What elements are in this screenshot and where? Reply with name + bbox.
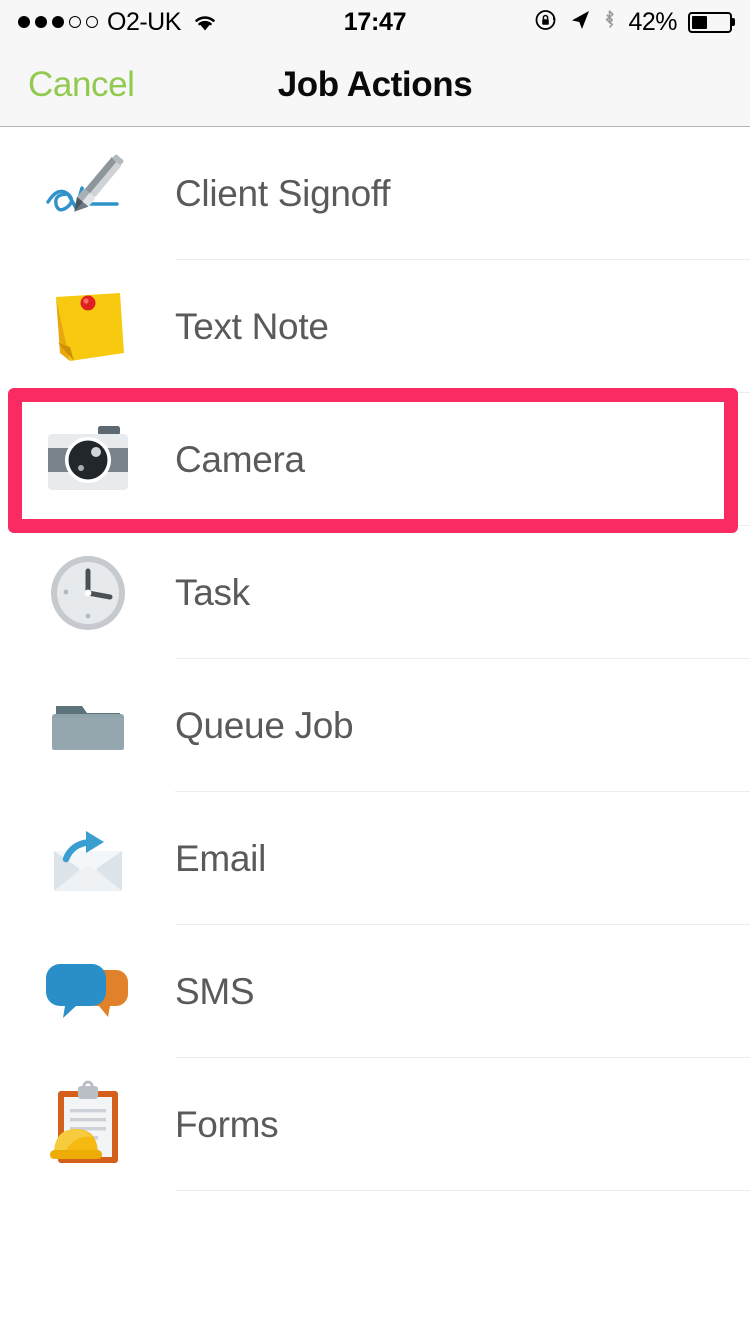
action-label: Client Signoff (175, 172, 391, 214)
icon-cell (0, 146, 175, 242)
envelope-forward-icon (40, 811, 136, 907)
action-label: SMS (175, 970, 255, 1012)
navigation-bar: Cancel Job Actions (0, 44, 750, 127)
folder-icon (40, 678, 136, 774)
battery-percent-label: 42% (628, 7, 677, 36)
status-bar: O2-UK 17:47 42% (0, 0, 750, 44)
action-row-email[interactable]: Email (0, 792, 750, 925)
camera-icon (40, 412, 136, 508)
sticky-note-icon (40, 279, 136, 375)
action-label: Camera (175, 438, 305, 480)
clock-icon (40, 545, 136, 641)
action-row-text-note[interactable]: Text Note (0, 260, 750, 393)
action-label: Queue Job (175, 704, 354, 746)
status-bar-right: 42% (534, 8, 732, 37)
action-row-client-signoff[interactable]: Client Signoff (0, 127, 750, 260)
action-row-queue-job[interactable]: Queue Job (0, 659, 750, 792)
pen-signature-icon (40, 146, 136, 242)
action-label: Forms (175, 1103, 279, 1145)
icon-cell (0, 944, 175, 1040)
action-row-sms[interactable]: SMS (0, 925, 750, 1058)
action-row-camera[interactable]: Camera (0, 393, 750, 526)
action-row-forms[interactable]: Forms (0, 1058, 750, 1191)
icon-cell (0, 412, 175, 508)
wifi-icon (192, 12, 218, 32)
status-bar-clock: 17:47 (343, 7, 407, 36)
cancel-button[interactable]: Cancel (28, 65, 135, 105)
job-actions-list: Client Signoff Text Note Camera Task Que… (0, 127, 750, 1191)
clipboard-hardhat-icon (40, 1077, 136, 1173)
location-arrow-icon (569, 9, 591, 36)
row-separator (175, 1189, 750, 1191)
icon-cell (0, 279, 175, 375)
speech-bubbles-icon (40, 944, 136, 1040)
action-label: Email (175, 837, 267, 879)
icon-cell (0, 545, 175, 641)
rotation-lock-icon (534, 8, 558, 37)
signal-strength-icon (18, 16, 98, 28)
battery-icon (688, 11, 732, 33)
action-row-task[interactable]: Task (0, 526, 750, 659)
action-label: Task (175, 571, 250, 613)
icon-cell (0, 678, 175, 774)
icon-cell (0, 1077, 175, 1173)
action-label: Text Note (175, 305, 329, 347)
bluetooth-icon (602, 8, 617, 36)
carrier-name: O2-UK (107, 7, 181, 36)
icon-cell (0, 811, 175, 907)
status-bar-left: O2-UK (18, 8, 218, 37)
